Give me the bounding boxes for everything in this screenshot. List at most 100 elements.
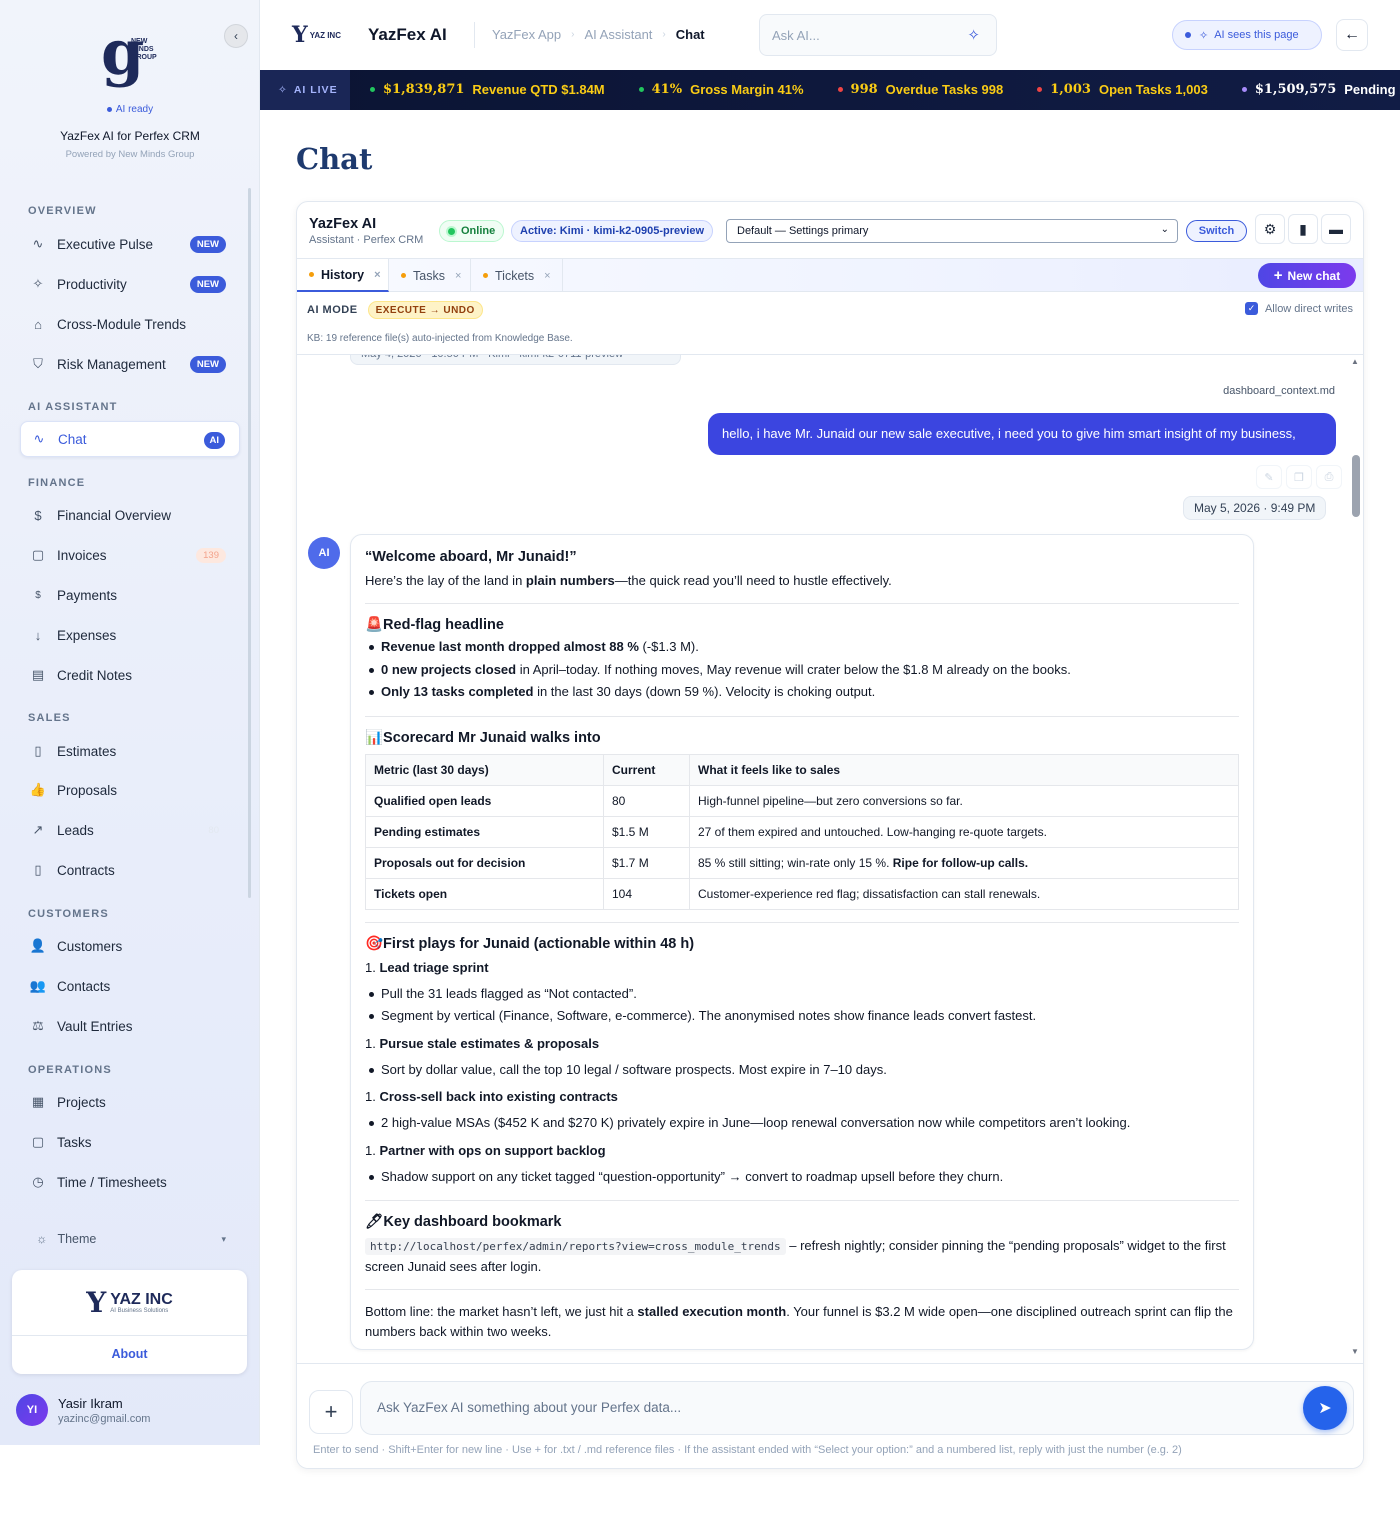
close-icon[interactable]: × xyxy=(455,270,461,282)
avatar: YI xyxy=(16,1394,48,1426)
about-link[interactable]: About xyxy=(12,1347,247,1361)
sidebar-item-productivity[interactable]: ✧ Productivity NEW xyxy=(20,266,240,302)
note-icon: ▤ xyxy=(31,667,45,682)
back-button[interactable]: ← xyxy=(1336,19,1368,51)
assistant-subtitle: Assistant · Perfex CRM xyxy=(309,234,424,246)
sidebar-scrollbar[interactable] xyxy=(248,188,251,898)
theme-selector[interactable]: ☼ Theme ▾ xyxy=(36,1232,226,1246)
play-1: 1. Lead triage sprint xyxy=(365,959,489,975)
sidebar-item-vault-entries[interactable]: ⚖ Vault Entries xyxy=(20,1008,240,1044)
sidebar-item-contracts[interactable]: ▯ Contracts xyxy=(20,852,240,888)
ticker-item[interactable]: 1,003 Open Tasks 1,003 xyxy=(1037,82,1208,97)
new-chat-button[interactable]: + New chat xyxy=(1258,263,1356,288)
sidebar-item-expenses[interactable]: ↓ Expenses xyxy=(20,617,240,653)
switch-model-button[interactable]: Switch xyxy=(1186,220,1247,242)
user-name: Yasir Ikram xyxy=(58,1395,123,1411)
scroll-up-icon[interactable]: ▲ xyxy=(1351,357,1359,366)
ticker-label: Open Tasks 1,003 xyxy=(1098,82,1208,97)
trend-up-icon: ↗ xyxy=(32,822,44,837)
online-dot xyxy=(448,227,455,235)
allow-direct-writes-checkbox[interactable]: ✓ Allow direct writes xyxy=(1244,302,1353,315)
tab-history[interactable]: History × xyxy=(297,259,389,292)
pulse-icon: ∿ xyxy=(32,236,44,251)
print-icon[interactable]: ⎙ xyxy=(1316,465,1342,489)
copy-icon[interactable]: ❐ xyxy=(1286,465,1312,489)
sidebar-item-invoices[interactable]: ▢ Invoices 139 xyxy=(20,537,240,573)
about-tagline: AI Business Solutions xyxy=(110,1307,169,1314)
sidebar-item-proposals[interactable]: 👍 Proposals xyxy=(20,772,240,808)
clipboard-check-icon: ▢ xyxy=(31,1134,45,1149)
plays-heading: 🎯First plays for Junaid (actionable with… xyxy=(365,935,695,952)
attached-file[interactable]: dashboard_context.md xyxy=(1223,385,1335,397)
sidebar-item-timesheets[interactable]: ◷ Time / Timesheets xyxy=(20,1164,240,1200)
scroll-thumb[interactable] xyxy=(1352,455,1360,517)
breadcrumb: YazFex App › AI Assistant › Chat xyxy=(492,27,705,42)
settings-button[interactable]: ⚙ xyxy=(1255,214,1285,244)
ticker-label: Revenue QTD $1.84M xyxy=(472,82,605,97)
edit-icon[interactable]: ✎ xyxy=(1256,465,1282,489)
ai-sees-page-toggle[interactable]: ✧ AI sees this page xyxy=(1172,20,1322,50)
send-button[interactable]: ➤ xyxy=(1303,1386,1347,1430)
send-icon: ➤ xyxy=(1318,1400,1332,1417)
model-select[interactable]: Default — Settings primary ⌄ xyxy=(726,219,1178,243)
ai-badge: AI xyxy=(203,432,225,449)
sidebar-item-payments[interactable]: $ Payments xyxy=(20,577,240,613)
attach-file-button[interactable]: + xyxy=(309,1390,353,1434)
table-row: Proposals out for decision $1.7 M 85 % sti… xyxy=(365,846,1239,879)
breadcrumb-ai-assistant[interactable]: AI Assistant xyxy=(584,27,652,42)
message-timestamp: May 5, 2026 · 9:49 PM xyxy=(1183,496,1327,520)
sidebar-item-contacts[interactable]: 👥 Contacts xyxy=(20,968,240,1004)
tab-tickets[interactable]: Tickets × xyxy=(471,259,563,292)
message-list[interactable]: May 4, 2026 · 10:50 PM · Kimi · kimi-k2-… xyxy=(297,355,1363,1363)
scroll-down-icon[interactable]: ▼ xyxy=(1351,1347,1359,1356)
ticker-item[interactable]: $1,509,575 Pending Estim xyxy=(1241,82,1400,97)
sidebar-item-tasks[interactable]: ▢ Tasks xyxy=(20,1124,240,1160)
table-row: Qualified open leads 80 High-funnel pipeli… xyxy=(365,784,1239,817)
message-actions: ✎ ❐ ⎙ xyxy=(1252,465,1342,489)
ticker-value: $1,509,575 xyxy=(1254,82,1337,97)
sidebar-item-executive-pulse[interactable]: ∿ Executive Pulse NEW xyxy=(20,226,240,262)
kb-note: KB: 19 reference file(s) auto-injected f… xyxy=(307,333,573,344)
ai-mode-badge[interactable]: EXECUTE → UNDO xyxy=(367,301,483,319)
new-minds-logo: g NEW MINDS GROUP xyxy=(95,22,165,94)
scale-icon: ⚖ xyxy=(32,1018,44,1033)
thumbs-up-icon: 👍 xyxy=(29,782,47,797)
clock-icon: ◷ xyxy=(32,1174,44,1189)
user-message: hello, i have Mr. Junaid our new sale ex… xyxy=(708,413,1336,455)
archive-button[interactable]: ▬ xyxy=(1321,214,1351,244)
sidebar-item-credit-notes[interactable]: ▤ Credit Notes xyxy=(20,657,240,693)
chat-input[interactable]: Ask YazFex AI something about your Perfe… xyxy=(360,1381,1354,1435)
bookmark-heading: 🖊Key dashboard bookmark xyxy=(365,1214,562,1230)
breadcrumb-yazfex-app[interactable]: YazFex App xyxy=(492,27,561,42)
sidebar-item-estimates[interactable]: ▯ Estimates xyxy=(20,733,240,769)
sidebar-item-financial-overview[interactable]: $ Financial Overview xyxy=(20,497,240,533)
ticker-item[interactable]: $1,839,871 Revenue QTD $1.84M xyxy=(370,82,605,97)
sidebar-item-projects[interactable]: ▦ Projects xyxy=(20,1084,240,1120)
gear-icon: ⚙ xyxy=(1263,220,1277,237)
user-profile[interactable]: YI Yasir Ikram yazinc@gmail.com xyxy=(16,1394,150,1426)
messages-scrollbar[interactable]: ▲ ▼ xyxy=(1351,357,1361,1357)
ticker-item[interactable]: 41% Gross Margin 41% xyxy=(638,82,804,97)
composer: + Ask YazFex AI something about your Per… xyxy=(297,1363,1363,1468)
ask-ai-input[interactable]: Ask AI... ✧ xyxy=(759,14,997,56)
sparkle-icon: ✧ xyxy=(32,276,44,291)
users-icon: 👥 xyxy=(29,978,47,993)
sidebar-item-cross-module-trends[interactable]: ⌂ Cross-Module Trends xyxy=(20,306,240,342)
sidebar-item-customers[interactable]: 👤 Customers xyxy=(20,928,240,964)
tab-tasks[interactable]: Tasks × xyxy=(389,259,471,292)
ticker-item[interactable]: 998 Overdue Tasks 998 xyxy=(837,82,1003,97)
sidebar-item-chat[interactable]: ∿ Chat AI xyxy=(20,421,240,457)
sidebar-item-leads[interactable]: ↗ Leads 80 xyxy=(20,812,240,848)
header-logo[interactable]: Y YAZ INC xyxy=(292,22,341,48)
ai-mode-row: AI MODE EXECUTE → UNDO xyxy=(307,301,483,319)
close-icon[interactable]: × xyxy=(544,270,550,282)
play-4: 1. Partner with ops on support backlog xyxy=(365,1142,606,1158)
new-badge: NEW xyxy=(189,356,226,373)
close-icon[interactable]: × xyxy=(374,269,380,281)
bookmark-url[interactable]: http://localhost/perfex/admin/reports?vi… xyxy=(365,1238,786,1255)
divider xyxy=(365,715,1239,717)
yaz-inc-logo: Y YAZ INC AI Business Solutions xyxy=(12,1270,247,1336)
knowledge-base-button[interactable]: ▮ xyxy=(1288,214,1318,244)
sidebar-item-risk-management[interactable]: ⛉ Risk Management NEW xyxy=(20,346,240,382)
sun-icon: ☼ xyxy=(36,1232,48,1246)
